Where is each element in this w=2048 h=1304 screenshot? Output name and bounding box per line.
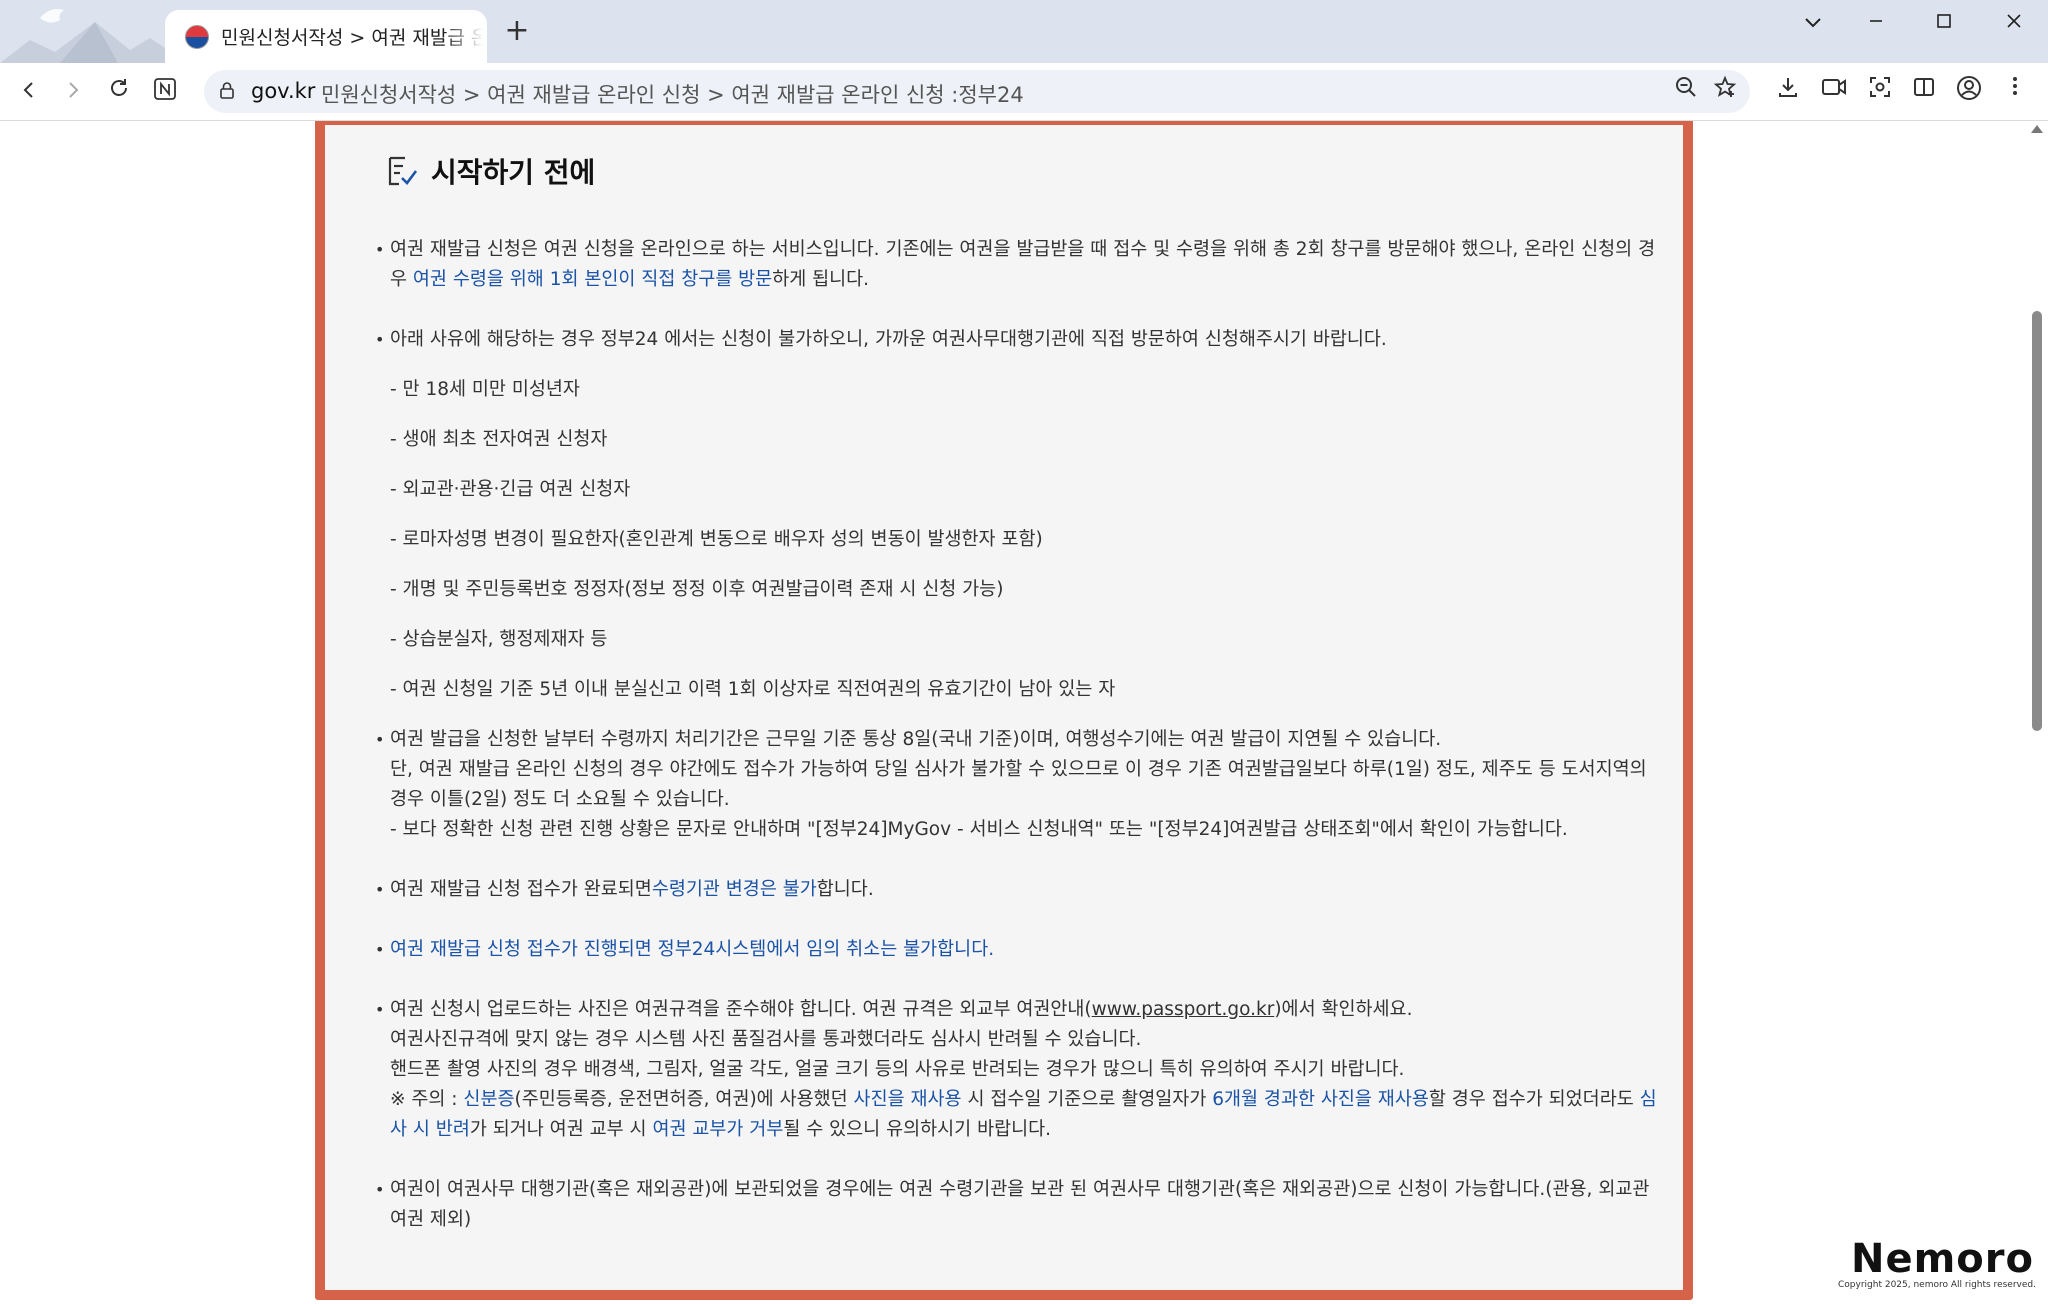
tab-strip-artwork: [0, 0, 165, 63]
kebab-menu-icon[interactable]: [1999, 75, 2031, 107]
scrollbar-thumb[interactable]: [2032, 311, 2042, 731]
url-domain: gov.kr: [251, 79, 316, 103]
highlight-text: 6개월 경과한 사진을 재사용: [1212, 1089, 1429, 1110]
reload-icon[interactable]: [102, 75, 136, 109]
chevron-down-icon[interactable]: [1793, 8, 1833, 38]
lock-icon: [220, 82, 234, 99]
notice-item-processing-time: 여권 발급을 신청한 날부터 수령까지 처리기간은 근무일 기준 통상 8일(국…: [375, 725, 1665, 845]
list-item: - 만 18세 미만 미성년자: [390, 379, 580, 400]
notice-item-no-cancel: 여권 재발급 신청 접수가 진행되면 정부24시스템에서 임의 취소는 불가합니…: [375, 935, 1665, 965]
naver-icon[interactable]: [148, 75, 182, 109]
watermark-logo: Nemoro: [1850, 1236, 2034, 1282]
add-favorite-icon[interactable]: [1709, 75, 1741, 107]
active-tab[interactable]: 민원신청서작성 > 여권 재발급 온라인 신청 > 여권 재발급 온라인 신청 …: [165, 10, 487, 63]
video-camera-icon[interactable]: [1818, 75, 1850, 107]
list-item: - 외교관·관용·긴급 여권 신청자: [390, 479, 631, 500]
section-heading: 시작하기 전에: [385, 151, 595, 191]
download-icon[interactable]: [1772, 75, 1804, 107]
zoom-out-icon[interactable]: [1670, 75, 1702, 107]
highlight-text: 수령기관 변경은 불가: [651, 879, 817, 900]
notice-item-online-service: 여권 재발급 신청은 여권 신청을 온라인으로 하는 서비스입니다. 기존에는 …: [375, 235, 1665, 295]
page-viewport: 시작하기 전에 여권 재발급 신청은 여권 신청을 온라인으로 하는 서비스입니…: [0, 121, 2048, 1304]
notice-item-photo-rules: 여권 신청시 업로드하는 사진은 여권규격을 준수해야 합니다. 여권 규격은 …: [375, 995, 1665, 1145]
passport-site-link[interactable]: www.passport.go.kr: [1092, 999, 1275, 1020]
list-item: - 여권 신청일 기준 5년 이내 분실신고 이력 1회 이상자로 직전여권의 …: [390, 679, 1116, 700]
browser-toolbar: gov.kr 민원신청서작성 > 여권 재발급 온라인 신청 > 여권 재발급 …: [0, 63, 2048, 121]
back-arrow-icon[interactable]: [12, 75, 46, 109]
notice-content: 여권 재발급 신청은 여권 신청을 온라인으로 하는 서비스입니다. 기존에는 …: [375, 235, 1665, 1265]
url-path: 민원신청서작성 > 여권 재발급 온라인 신청 > 여권 재발급 온라인 신청 …: [321, 83, 1024, 107]
highlight-text: 여권 교부가 거부: [652, 1119, 784, 1140]
forward-arrow-icon[interactable]: [56, 75, 90, 109]
list-item: - 개명 및 주민등록번호 정정자(정보 정정 이후 여권발급이력 존재 시 신…: [390, 579, 1004, 600]
highlight-text: 신분증: [463, 1089, 515, 1110]
minimize-icon[interactable]: [1856, 8, 1896, 38]
vertical-scrollbar[interactable]: [2026, 121, 2048, 1304]
page-title: 시작하기 전에: [431, 156, 596, 189]
maximize-icon[interactable]: [1924, 8, 1964, 38]
list-item: - 상습분실자, 행정제재자 등: [390, 629, 608, 650]
highlight-text: 여권 재발급 신청 접수가 진행되면 정부24시스템에서 임의 취소는 불가합니…: [390, 939, 995, 960]
screen-capture-icon[interactable]: [1864, 75, 1896, 107]
gov-logo-icon: [185, 24, 209, 49]
list-item: - 생애 최초 전자여권 신청자: [390, 429, 608, 450]
checklist-icon: [388, 156, 418, 186]
scroll-up-arrow-icon[interactable]: [2031, 125, 2043, 133]
notice-item-stored-passport: 여권이 여권사무 대행기관(혹은 재외공관)에 보관되었을 경우에는 여권 수령…: [375, 1175, 1665, 1235]
notice-item-ineligible: 아래 사유에 해당하는 경우 정부24 에서는 신청이 불가하오니, 가까운 여…: [375, 325, 1665, 705]
notice-panel: 시작하기 전에 여권 재발급 신청은 여권 신청을 온라인으로 하는 서비스입니…: [315, 121, 1693, 1300]
list-item: - 로마자성명 변경이 필요한자(혼인관계 변동으로 배우자 성의 변동이 발생…: [390, 529, 1043, 550]
highlight-text: 여권 수령을 위해 1회 본인이 직접 창구를 방문: [412, 269, 773, 290]
address-bar[interactable]: gov.kr 민원신청서작성 > 여권 재발급 온라인 신청 > 여권 재발급 …: [204, 70, 1750, 113]
tab-title: 민원신청서작성 > 여권 재발급 온라인 신청 > 여권 재발급 온라인 신청 …: [221, 27, 483, 49]
watermark: Nemoro Copyright 2025, nemoro All rights…: [1838, 1236, 2036, 1290]
split-screen-icon[interactable]: [1908, 75, 1940, 107]
profile-icon[interactable]: [1953, 75, 1985, 107]
close-icon[interactable]: [1994, 8, 2034, 38]
plus-icon[interactable]: +: [502, 16, 532, 46]
notice-item-pickup-change: 여권 재발급 신청 접수가 완료되면수령기관 변경은 불가합니다.: [375, 875, 1665, 905]
tab-strip: 민원신청서작성 > 여권 재발급 온라인 신청 > 여권 재발급 온라인 신청 …: [0, 0, 2048, 63]
watermark-copyright: Copyright 2025, nemoro All rights reserv…: [1838, 1280, 2036, 1290]
highlight-text: 사진을 재사용: [853, 1089, 962, 1110]
